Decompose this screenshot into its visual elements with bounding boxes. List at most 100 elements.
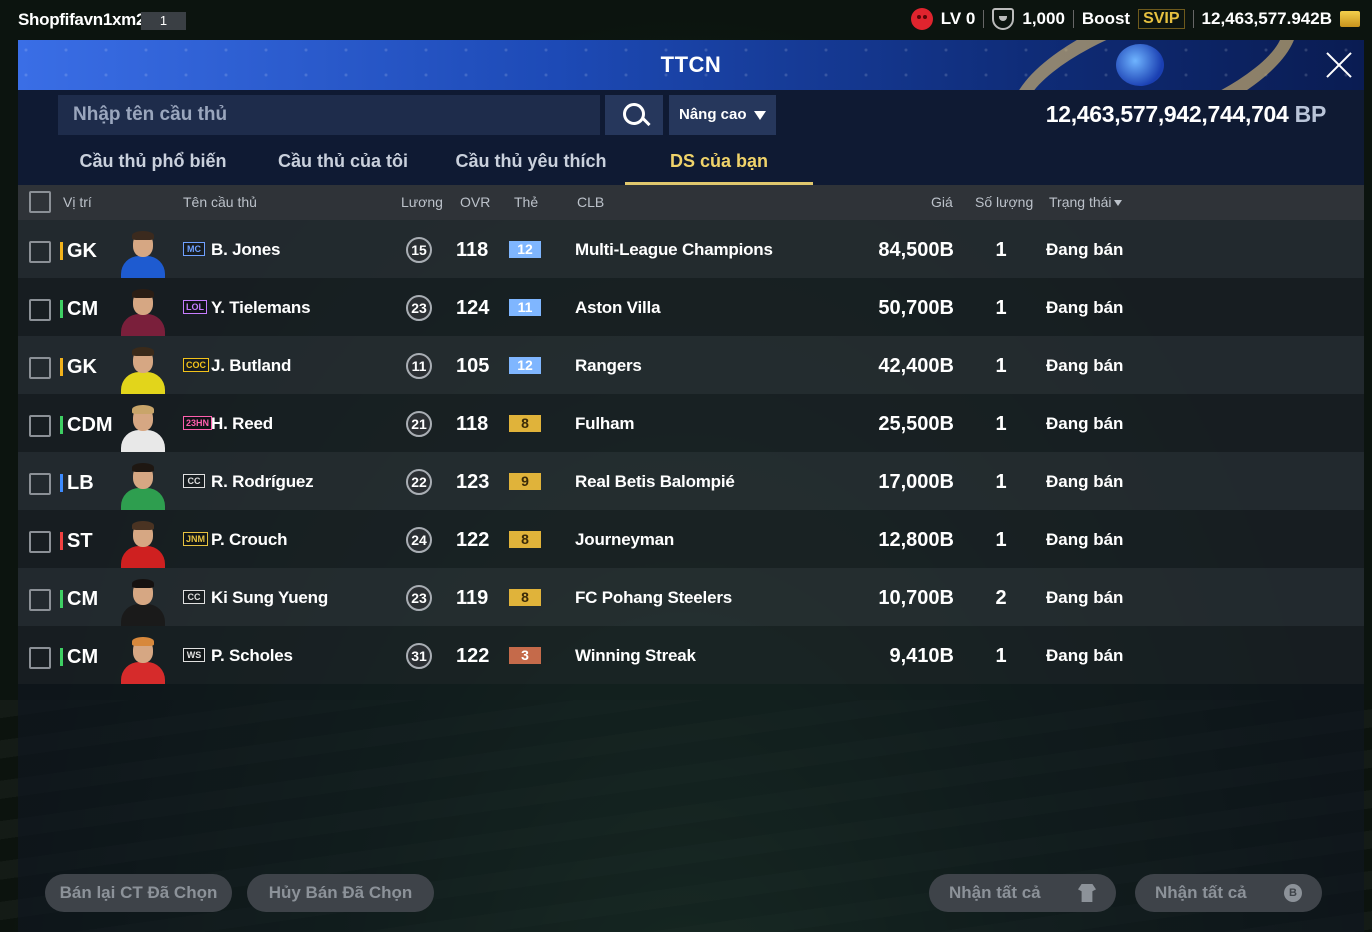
tab-your-listings[interactable]: DS của bạn bbox=[625, 140, 813, 185]
quantity-value: 1 bbox=[995, 297, 1007, 319]
position-label: GK bbox=[60, 240, 97, 263]
player-avatar bbox=[118, 577, 168, 626]
row-checkbox[interactable] bbox=[29, 473, 51, 495]
row-checkbox[interactable] bbox=[29, 531, 51, 553]
table-row[interactable]: CM WS P. Scholes 31 122 3 Winning Streak 9,410B… bbox=[18, 626, 1364, 684]
resell-selected-button[interactable]: Bán lại CT Đã Chọn bbox=[45, 874, 232, 912]
header-status: Trạng thái bbox=[1049, 194, 1112, 210]
row-checkbox[interactable] bbox=[29, 357, 51, 379]
player-avatar bbox=[118, 519, 168, 568]
position-label: CM bbox=[60, 588, 98, 611]
row-checkbox[interactable] bbox=[29, 299, 51, 321]
player-name: Y. Tielemans bbox=[211, 298, 311, 317]
position-label: CDM bbox=[60, 414, 113, 437]
status-label: Đang bán bbox=[1046, 646, 1124, 665]
price-value: 25,500B bbox=[878, 413, 954, 435]
tab-favorite-players[interactable]: Cầu thủ yêu thích bbox=[436, 140, 626, 183]
table-row[interactable]: LB CC R. Rodríguez 22 123 9 Real Betis Balompi… bbox=[18, 452, 1364, 510]
price-value: 10,700B bbox=[878, 587, 954, 609]
ovr-value: 124 bbox=[456, 297, 490, 319]
player-avatar bbox=[118, 635, 168, 684]
season-badge-icon: 23HN bbox=[183, 416, 213, 430]
ovr-value: 119 bbox=[456, 587, 489, 609]
header-position: Vị trí bbox=[63, 194, 92, 210]
salary-badge: 24 bbox=[406, 527, 432, 553]
table-row[interactable]: GK MC B. Jones 15 118 12 Multi-League Champion… bbox=[18, 220, 1364, 278]
quantity-value: 1 bbox=[995, 645, 1007, 667]
card-level-badge: 3 bbox=[509, 647, 541, 664]
claim-all-bp-button[interactable]: Nhận tất cả B bbox=[1135, 874, 1322, 912]
claim-all-players-button[interactable]: Nhận tất cả bbox=[929, 874, 1116, 912]
cancel-sale-selected-button[interactable]: Hủy Bán Đã Chọn bbox=[247, 874, 434, 912]
close-icon[interactable] bbox=[1324, 50, 1354, 80]
svip-badge: SVIP bbox=[1138, 9, 1185, 29]
status-label: Đang bán bbox=[1046, 356, 1124, 375]
table-row[interactable]: CM LOL Y. Tielemans 23 124 11 Aston Villa 50,70… bbox=[18, 278, 1364, 336]
divider bbox=[983, 10, 985, 28]
player-name: R. Rodríguez bbox=[211, 472, 314, 491]
season-badge-icon: MC bbox=[183, 242, 205, 256]
header-ovr: OVR bbox=[460, 194, 491, 210]
player-name: P. Scholes bbox=[211, 646, 293, 665]
advanced-label: Nâng cao bbox=[679, 106, 747, 123]
table-row[interactable]: CDM 23HN H. Reed 21 118 8 Fulham 25,500B 1 Đang b… bbox=[18, 394, 1364, 452]
panel-header: TTCN bbox=[18, 40, 1364, 90]
bp-amount: 12,463,577,942,744,704 bbox=[1045, 101, 1289, 127]
status-label: Đang bán bbox=[1046, 472, 1124, 491]
player-name: B. Jones bbox=[211, 240, 281, 259]
select-all-checkbox[interactable] bbox=[29, 191, 51, 213]
ovr-value: 105 bbox=[456, 355, 490, 377]
card-level-badge: 9 bbox=[509, 473, 541, 490]
search-button[interactable] bbox=[605, 95, 663, 135]
bp-balance: 12,463,577,942,744,704 BP bbox=[1045, 101, 1327, 128]
table-row[interactable]: GK COC J. Butland 11 105 12 Rangers 42,400B 1 Đan… bbox=[18, 336, 1364, 394]
club-name: Real Betis Balompié bbox=[575, 472, 735, 491]
season-badge-icon: CC bbox=[183, 590, 205, 604]
table-row[interactable]: ST JNM P. Crouch 24 122 8 Journeyman 12,800B 1 Đa… bbox=[18, 510, 1364, 568]
player-avatar bbox=[118, 403, 168, 452]
season-badge-icon: JNM bbox=[183, 532, 209, 546]
salary-badge: 21 bbox=[406, 411, 432, 437]
row-checkbox[interactable] bbox=[29, 415, 51, 437]
divider bbox=[1192, 10, 1194, 28]
medal-count: 1,000 bbox=[1022, 9, 1065, 28]
advanced-filter-dropdown[interactable]: Nâng cao bbox=[669, 95, 776, 135]
club-name: Journeyman bbox=[575, 530, 675, 549]
row-checkbox[interactable] bbox=[29, 647, 51, 669]
transfer-market-panel: TTCN Nâng cao 12,463,577,942,744,704 BP … bbox=[18, 40, 1364, 932]
ovr-value: 118 bbox=[456, 239, 489, 261]
header-status-sort[interactable]: Trạng thái bbox=[1049, 194, 1122, 210]
row-checkbox[interactable] bbox=[29, 589, 51, 611]
position-label: LB bbox=[60, 472, 94, 495]
price-value: 50,700B bbox=[878, 297, 954, 319]
ovr-value: 123 bbox=[456, 471, 490, 493]
tab-popular-players[interactable]: Cầu thủ phổ biến bbox=[58, 140, 248, 183]
season-badge-icon: CC bbox=[183, 474, 205, 488]
header-card: Thẻ bbox=[514, 194, 539, 210]
salary-badge: 15 bbox=[406, 237, 432, 263]
price-value: 42,400B bbox=[878, 355, 954, 377]
club-name: Multi-League Champions bbox=[575, 240, 773, 259]
bp-unit: BP bbox=[1294, 101, 1327, 127]
header-club: CLB bbox=[577, 194, 605, 210]
divider bbox=[1072, 10, 1074, 28]
table-header: Vị trí Tên cầu thủ Lương OVR Thẻ CLB Giá… bbox=[18, 185, 1364, 220]
quantity-value: 1 bbox=[995, 355, 1007, 377]
club-name: Aston Villa bbox=[575, 298, 661, 317]
player-name: Ki Sung Yueng bbox=[211, 588, 329, 607]
price-value: 9,410B bbox=[889, 645, 955, 667]
search-input[interactable] bbox=[58, 95, 600, 135]
row-checkbox[interactable] bbox=[29, 241, 51, 263]
search-bar: Nâng cao 12,463,577,942,744,704 BP bbox=[18, 90, 1364, 140]
player-name: J. Butland bbox=[211, 356, 292, 375]
status-label: Đang bán bbox=[1046, 298, 1124, 317]
season-badge-icon: LOL bbox=[183, 300, 207, 314]
quantity-value: 1 bbox=[995, 529, 1007, 551]
table-row[interactable]: CM CC Ki Sung Yueng 23 119 8 FC Pohang Steeler… bbox=[18, 568, 1364, 626]
ovr-value: 118 bbox=[456, 413, 489, 435]
header-name: Tên cầu thủ bbox=[183, 194, 257, 210]
quantity-value: 2 bbox=[995, 587, 1007, 609]
tab-my-players[interactable]: Cầu thủ của tôi bbox=[248, 140, 438, 183]
chevron-down-icon bbox=[754, 111, 766, 120]
player-avatar bbox=[118, 287, 168, 336]
